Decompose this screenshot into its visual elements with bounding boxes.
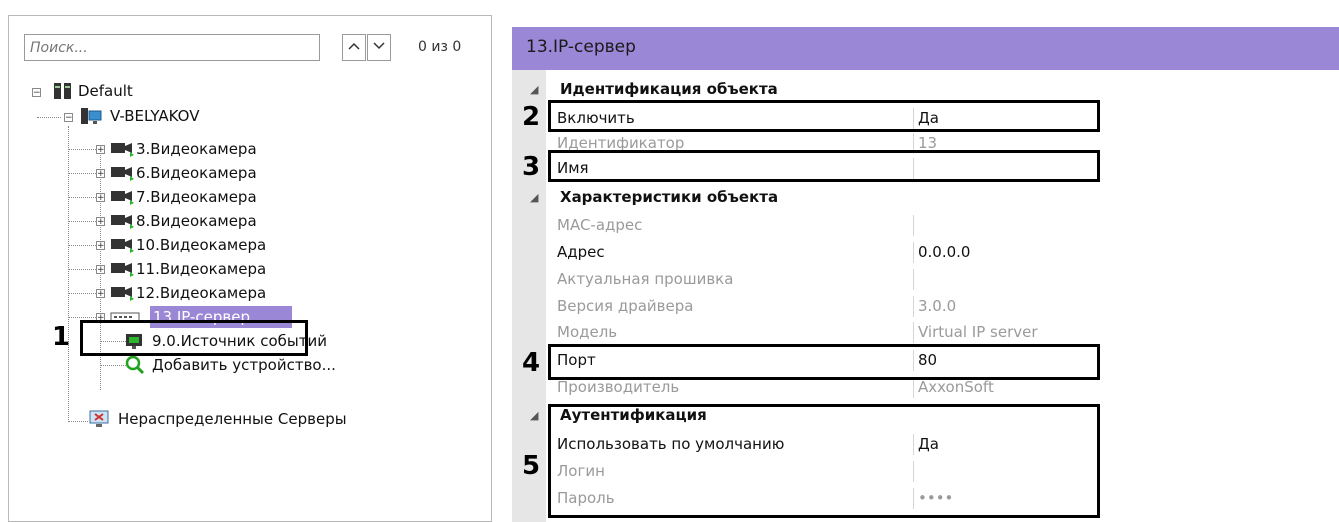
tree-expander-default[interactable]: − [32,88,41,98]
property-value: 3.0.0 [918,297,957,315]
tree-item-camera[interactable]: 12.Видеокамера [136,282,266,304]
property-name: Актуальная прошивка [557,270,734,288]
category-label: Характеристики объекта [560,188,779,206]
callout-number: 1 [52,322,71,352]
camera-icon [111,143,134,157]
server-rack-icon [54,83,71,99]
properties-title: 13.IP-сервер [526,37,636,57]
properties-header [512,27,1339,70]
camera-icon [111,287,134,301]
tree-item-camera[interactable]: 8.Видеокамера [136,210,257,232]
tree-item-camera[interactable]: 7.Видеокамера [136,186,257,208]
callout-number: 4 [522,348,541,378]
callout-number: 5 [522,451,541,481]
magnifier-plus-icon [125,355,145,375]
tree-item-camera[interactable]: 11.Видеокамера [136,258,266,280]
chevron-down-icon [373,42,385,50]
property-name: Версия драйвера [557,297,694,315]
callout-number: 2 [522,102,541,132]
callout-box-1 [80,320,308,356]
tree-item-add-device[interactable]: Добавить устройство... [152,354,336,376]
callout-box-4 [548,344,1100,380]
chevron-up-icon [348,42,360,50]
category-label: Идентификация объекта [560,80,778,98]
tree-expander-camera[interactable]: + [96,145,105,155]
search-input[interactable] [24,34,320,61]
property-value: AxxonSoft [918,378,994,396]
unassigned-server-icon [89,410,109,427]
callout-box-5 [548,404,1100,518]
collapse-triangle-icon[interactable]: ◢ [530,187,538,208]
tree-item-camera[interactable]: 3.Видеокамера [136,138,257,160]
tree-item-camera[interactable]: 6.Видеокамера [136,162,257,184]
tree-item-default[interactable]: Default [78,80,133,102]
property-name: Модель [557,323,618,341]
property-value[interactable]: 0.0.0.0 [918,242,970,263]
tree-item-unassigned-servers[interactable]: Нераспределенные Серверы [118,408,347,430]
collapse-triangle-icon[interactable]: ◢ [530,79,538,100]
callout-box-3 [548,150,1100,182]
tree-expander-camera[interactable]: + [96,241,105,251]
tree-item-server[interactable]: V-BELYAKOV [110,105,199,127]
callout-number: 3 [522,152,541,182]
property-name: Производитель [557,378,680,396]
property-name: MAC-адрес [557,216,643,234]
search-next-button[interactable] [367,34,391,61]
camera-icon [111,215,134,229]
camera-icon [111,263,134,277]
tree-expander-camera[interactable]: + [96,169,105,179]
camera-icon [111,239,134,253]
tree-expander-camera[interactable]: + [96,193,105,203]
callout-box-2 [548,100,1100,132]
search-result-count: 0 из 0 [418,39,462,55]
tree-expander-camera[interactable]: + [96,217,105,227]
tree-expander-camera[interactable]: + [96,289,105,299]
camera-icon [111,191,134,205]
property-name: Адрес [557,243,605,261]
tree-expander-server[interactable]: − [64,113,73,123]
server-computer-icon [81,108,102,124]
camera-icon [111,167,134,181]
search-prev-button[interactable] [342,34,366,61]
property-value: Virtual IP server [918,323,1038,341]
collapse-triangle-icon[interactable]: ◢ [530,405,538,426]
tree-expander-camera[interactable]: + [96,265,105,275]
tree-item-camera[interactable]: 10.Видеокамера [136,234,266,256]
